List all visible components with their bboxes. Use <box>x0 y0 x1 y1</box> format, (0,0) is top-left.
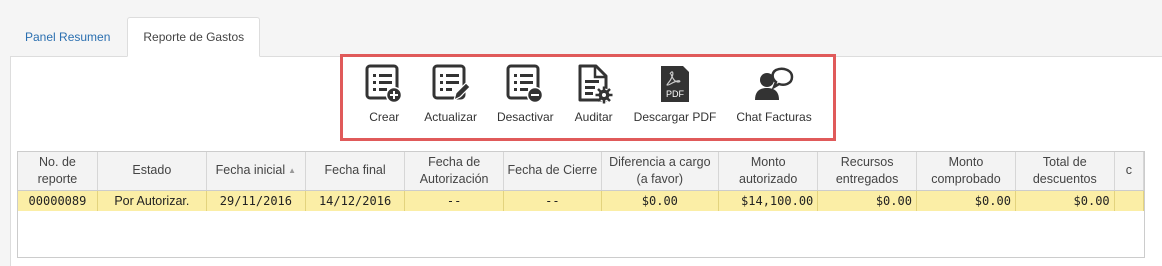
chat-invoices-label: Chat Facturas <box>736 110 812 124</box>
cell-difference: $0.00 <box>601 190 720 211</box>
expense-report-table: No. de reporte Estado Fecha inicial ▲︎ Fe… <box>18 152 1144 211</box>
column-header-difference[interactable]: Diferencia a cargo (a favor) <box>601 152 720 191</box>
create-button[interactable]: Crear <box>364 64 404 124</box>
action-toolbar: Crear Actualizar Desactivar Auditar PDF … <box>340 54 836 141</box>
cell-authorized-amount: $14,100.00 <box>718 190 819 211</box>
list-remove-icon <box>506 64 544 104</box>
tab-reporte-de-gastos[interactable]: Reporte de Gastos <box>127 17 261 57</box>
column-header-end-date[interactable]: Fecha final <box>305 152 406 191</box>
cell-end-date: 14/12/2016 <box>305 190 406 211</box>
tab-bar: Panel Resumen Reporte de Gastos <box>10 17 1162 57</box>
cell-report-number: 00000089 <box>18 190 98 211</box>
expense-report-grid: No. de reporte Estado Fecha inicial ▲︎ Fe… <box>17 151 1145 258</box>
cell-verified-amount: $0.00 <box>916 190 1016 211</box>
column-header-authorization-date[interactable]: Fecha de Autorización <box>404 152 505 191</box>
column-header-verified-amount[interactable]: Monto comprobado <box>916 152 1016 191</box>
list-edit-icon <box>432 64 471 102</box>
chat-user-icon <box>755 67 794 100</box>
deactivate-label: Desactivar <box>496 110 554 124</box>
column-header-start-date-label: Fecha inicial <box>215 163 286 178</box>
cell-truncated <box>1114 190 1144 211</box>
cell-authorization-date: -- <box>404 190 505 211</box>
list-add-icon <box>365 64 403 104</box>
download-pdf-label: Descargar PDF <box>633 110 717 124</box>
table-row[interactable]: 00000089 Por Autorizar. 29/11/2016 14/12… <box>18 190 1144 211</box>
update-button[interactable]: Actualizar <box>424 64 477 124</box>
download-pdf-button[interactable]: PDF Descargar PDF <box>633 64 717 124</box>
column-header-status[interactable]: Estado <box>97 152 207 191</box>
audit-button[interactable]: Auditar <box>574 64 614 124</box>
cell-close-date: -- <box>503 190 602 211</box>
table-header-row: No. de reporte Estado Fecha inicial ▲︎ Fe… <box>18 152 1144 191</box>
cell-start-date: 29/11/2016 <box>206 190 306 211</box>
document-gear-icon <box>578 64 613 104</box>
column-header-close-date[interactable]: Fecha de Cierre <box>503 152 602 191</box>
column-header-report-number[interactable]: No. de reporte <box>18 152 98 191</box>
column-header-truncated[interactable]: c <box>1114 152 1144 191</box>
column-header-total-discounts[interactable]: Total de descuentos <box>1015 152 1115 191</box>
cell-resources-delivered: $0.00 <box>817 190 917 211</box>
cell-status: Por Autorizar. <box>97 190 207 211</box>
column-header-authorized-amount[interactable]: Monto autorizado <box>718 152 819 191</box>
pdf-icon: PDF <box>661 66 689 102</box>
cell-total-discounts: $0.00 <box>1015 190 1115 211</box>
tab-panel-resumen[interactable]: Panel Resumen <box>10 17 125 57</box>
sort-icon: ▲︎ <box>288 166 297 176</box>
audit-label: Auditar <box>574 110 613 124</box>
column-header-start-date[interactable]: Fecha inicial ▲︎ <box>206 152 306 191</box>
chat-invoices-button[interactable]: Chat Facturas <box>736 64 812 124</box>
column-header-resources-delivered[interactable]: Recursos entregados <box>817 152 917 191</box>
deactivate-button[interactable]: Desactivar <box>497 64 554 124</box>
update-label: Actualizar <box>424 110 477 124</box>
create-label: Crear <box>369 110 400 124</box>
svg-text:PDF: PDF <box>666 89 685 99</box>
